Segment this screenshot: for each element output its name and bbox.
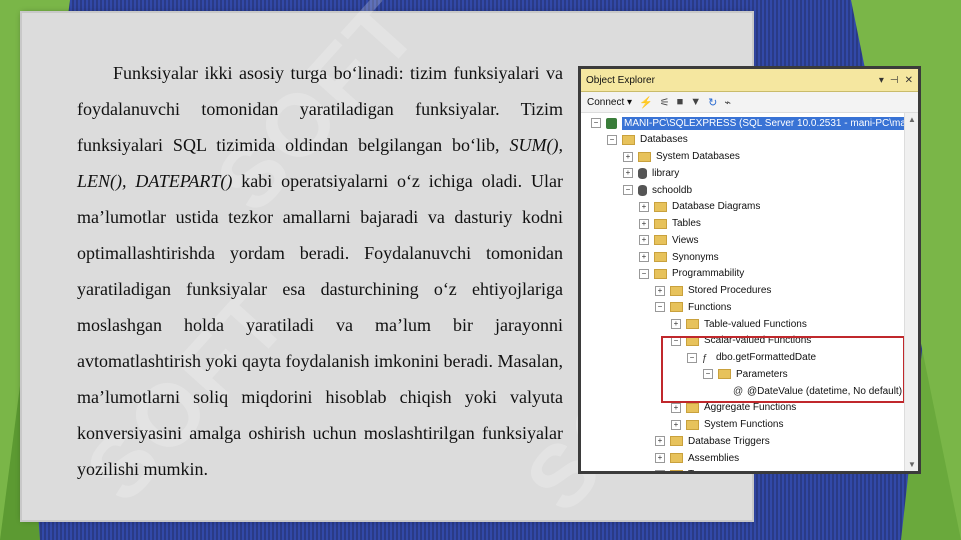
object-explorer-tree: − MANI-PC\SQLEXPRESS (SQL Server 10.0.253… bbox=[581, 113, 918, 471]
tree-node[interactable]: + Views bbox=[639, 232, 699, 248]
tree-node-label: Views bbox=[672, 234, 699, 246]
folder-icon bbox=[654, 218, 667, 229]
stop-icon[interactable]: ■ bbox=[677, 96, 684, 108]
object-explorer-panel: Object Explorer ▾ ⊣ ✕ Connect ▾ ⚡ ⚟ ■ ▼ … bbox=[578, 66, 921, 474]
tree-node-label: Aggregate Functions bbox=[704, 402, 797, 414]
tree-node-label: Stored Procedures bbox=[688, 285, 772, 296]
folder-icon bbox=[654, 252, 667, 262]
folder-icon bbox=[670, 436, 683, 447]
tree-node[interactable]: + Types bbox=[655, 467, 715, 471]
tree-node-label: MANI-PC\SQLEXPRESS (SQL Server 10.0.2531… bbox=[620, 115, 918, 131]
close-icon[interactable]: ✕ bbox=[905, 75, 913, 86]
folder-icon bbox=[670, 285, 683, 296]
collapse-icon[interactable]: − bbox=[607, 134, 617, 145]
body-paragraph: Funksiyalar ikki asosiy turga bo‘linadi:… bbox=[77, 55, 563, 487]
refresh-icon[interactable]: ↻ bbox=[708, 96, 717, 109]
server-icon bbox=[606, 117, 617, 129]
folder-icon bbox=[686, 419, 699, 430]
expand-icon[interactable]: + bbox=[671, 319, 681, 329]
expand-icon[interactable]: + bbox=[671, 419, 681, 430]
tree-node[interactable]: + Database Diagrams bbox=[639, 199, 760, 215]
folder-icon bbox=[670, 302, 683, 313]
tree-node[interactable]: − MANI-PC\SQLEXPRESS (SQL Server 10.0.253… bbox=[591, 115, 918, 131]
disconnect-icon[interactable]: ⚟ bbox=[660, 96, 670, 109]
folder-icon bbox=[686, 319, 699, 329]
expand-icon[interactable]: + bbox=[623, 151, 633, 162]
activity-monitor-icon[interactable]: ⌁ bbox=[724, 96, 731, 109]
folder-icon bbox=[654, 201, 667, 212]
object-explorer-title: Object Explorer bbox=[586, 74, 655, 86]
dropdown-icon[interactable]: ▾ bbox=[879, 75, 884, 86]
expand-icon[interactable]: + bbox=[655, 453, 665, 463]
collapse-icon[interactable]: − bbox=[591, 118, 601, 128]
folder-icon bbox=[686, 402, 699, 413]
tree-node-label: Types bbox=[688, 469, 715, 471]
folder-icon bbox=[654, 268, 667, 279]
expand-icon[interactable]: + bbox=[671, 402, 681, 413]
tree-node[interactable]: + System Functions bbox=[671, 417, 783, 433]
tree-node-label: Tables bbox=[672, 218, 701, 229]
expand-icon[interactable]: + bbox=[639, 218, 649, 229]
scroll-down-icon[interactable]: ▼ bbox=[908, 460, 916, 469]
tree-node[interactable]: + System Databases bbox=[623, 149, 740, 165]
tree-node-label: Database Triggers bbox=[688, 435, 770, 447]
tree-node-label: Synonyms bbox=[672, 251, 719, 263]
expand-icon[interactable]: + bbox=[639, 252, 649, 262]
tree-node[interactable]: − Programmability bbox=[639, 266, 744, 282]
tree-node-label: Functions bbox=[688, 301, 732, 313]
paragraph-text-2: kabi operatsiyalarni o‘z ichiga oladi. U… bbox=[77, 171, 563, 479]
collapse-icon[interactable]: − bbox=[639, 268, 649, 279]
folder-icon bbox=[654, 235, 667, 246]
tree-node-label: System Functions bbox=[704, 419, 784, 430]
collapse-icon[interactable]: − bbox=[623, 185, 633, 195]
pin-icon[interactable]: ⊣ bbox=[890, 75, 899, 86]
tree-node[interactable]: + Database Triggers bbox=[655, 433, 770, 449]
tree-node-label: Database Diagrams bbox=[672, 201, 761, 213]
connect-button[interactable]: Connect ▾ bbox=[587, 97, 632, 108]
expand-icon[interactable]: + bbox=[639, 235, 649, 246]
tree-node[interactable]: − Databases bbox=[607, 132, 688, 148]
tree-node[interactable]: + Assemblies bbox=[655, 450, 739, 466]
folder-icon bbox=[638, 151, 651, 162]
object-explorer-titlebar: Object Explorer ▾ ⊣ ✕ bbox=[581, 69, 918, 92]
tree-node-label: Databases bbox=[640, 134, 688, 146]
collapse-icon[interactable]: − bbox=[655, 302, 665, 313]
tree-node[interactable]: + Synonyms bbox=[639, 249, 719, 265]
folder-icon bbox=[622, 134, 635, 145]
object-explorer-toolbar: Connect ▾ ⚡ ⚟ ■ ▼ ↻ ⌁ bbox=[581, 92, 918, 113]
connect-plug-icon[interactable]: ⚡ bbox=[639, 96, 653, 109]
tree-node-label: Table-valued Functions bbox=[704, 318, 807, 330]
filter-icon[interactable]: ▼ bbox=[690, 96, 701, 108]
expand-icon[interactable]: + bbox=[655, 436, 665, 447]
tree-node[interactable]: − Functions bbox=[655, 299, 731, 315]
tree-node-label: library bbox=[652, 167, 680, 179]
scroll-up-icon[interactable]: ▲ bbox=[908, 115, 916, 124]
tree-node-label: System Databases bbox=[656, 151, 740, 162]
tree-node[interactable]: + library bbox=[623, 165, 679, 181]
tree-node-label: Assemblies bbox=[688, 452, 740, 464]
tree-node-label: Programmability bbox=[672, 268, 745, 280]
tree-node[interactable]: + Tables bbox=[639, 216, 701, 232]
tree-node[interactable]: + Stored Procedures bbox=[655, 283, 771, 299]
expand-icon[interactable]: + bbox=[623, 168, 633, 179]
tree-scrollbar[interactable]: ▲ ▼ bbox=[904, 113, 918, 471]
scalar-functions-highlight-box bbox=[661, 336, 905, 403]
database-icon bbox=[638, 167, 647, 179]
tree-node[interactable]: + Table-valued Functions bbox=[671, 316, 807, 332]
expand-icon[interactable]: + bbox=[655, 469, 665, 471]
folder-icon bbox=[670, 453, 683, 463]
database-icon bbox=[638, 184, 647, 196]
expand-icon[interactable]: + bbox=[655, 285, 665, 296]
tree-node-label: schooldb bbox=[652, 184, 693, 196]
expand-icon[interactable]: + bbox=[639, 201, 649, 212]
folder-icon bbox=[670, 469, 683, 471]
tree-node[interactable]: − schooldb bbox=[623, 182, 692, 198]
paragraph-text-1: Funksiyalar ikki asosiy turga bo‘linadi:… bbox=[77, 63, 563, 155]
